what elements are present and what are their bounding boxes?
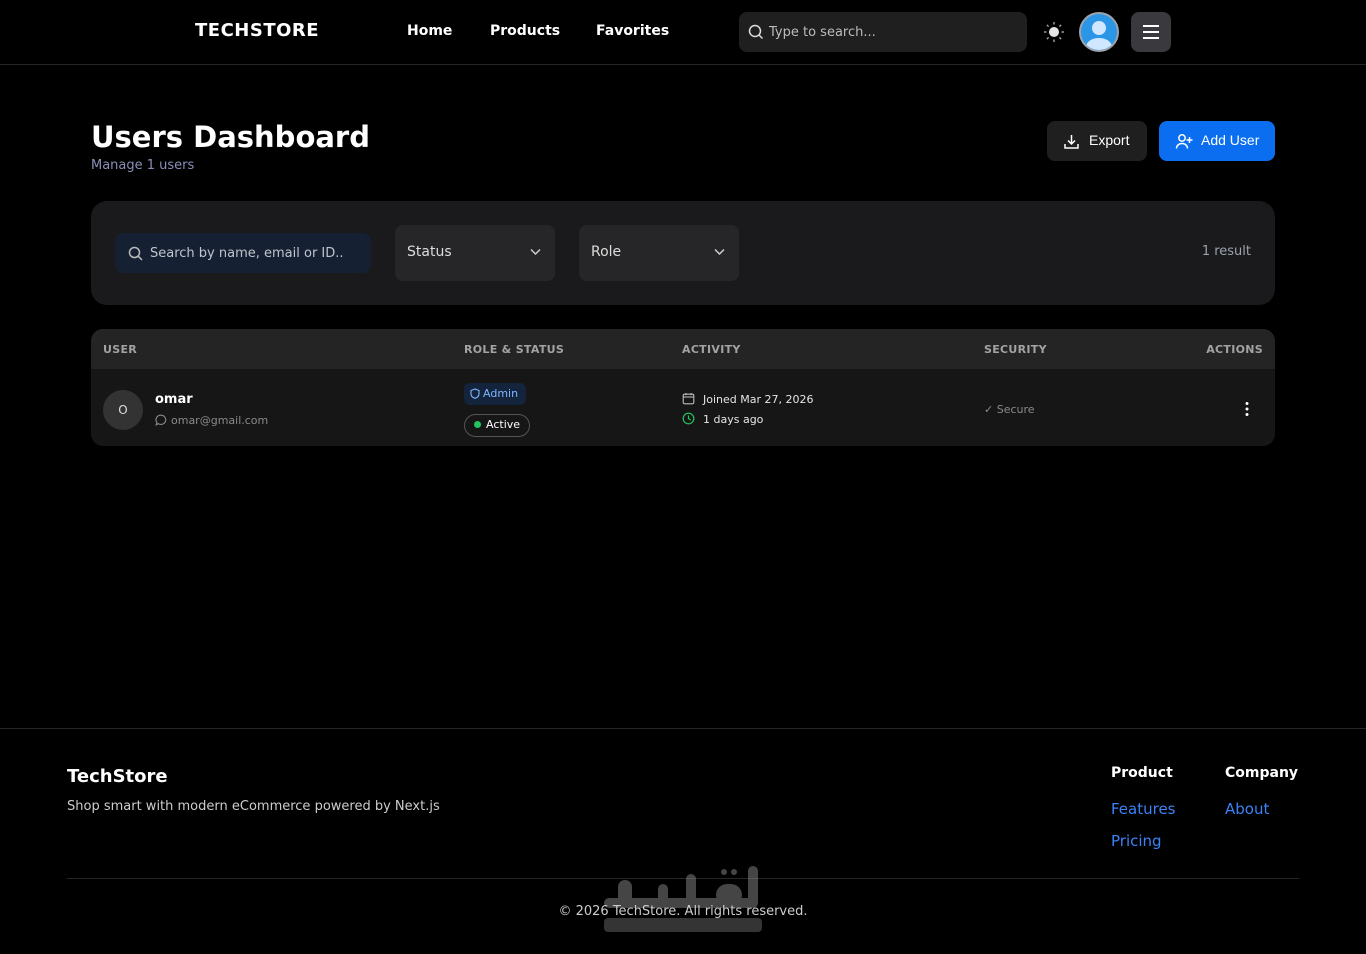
footer-link-pricing[interactable]: Pricing	[1111, 832, 1162, 850]
user-search-input[interactable]	[150, 233, 365, 273]
result-count: 1 result	[1201, 244, 1251, 259]
page-title: Users Dashboard	[91, 120, 370, 154]
role-select-label: Role	[591, 244, 622, 260]
filter-panel: Status Role 1 result	[91, 201, 1275, 305]
copyright: © 2026 TechStore. All rights reserved.	[558, 904, 808, 919]
more-vertical-icon[interactable]	[1237, 401, 1257, 417]
status-badge: Active	[464, 414, 531, 437]
table-row[interactable]: O omar omar@gmail.com Admin Active Joine…	[91, 369, 1275, 446]
add-user-button[interactable]: Add User	[1159, 121, 1275, 161]
profile-avatar-button[interactable]	[1079, 12, 1119, 52]
sun-icon[interactable]	[1043, 21, 1065, 43]
table-header: USER ROLE & STATUS ACTIVITY SECURITY ACT…	[91, 329, 1275, 369]
footer-company-heading: Company	[1225, 765, 1299, 781]
user-email: omar@gmail.com	[155, 414, 268, 427]
user-avatar-icon	[1086, 21, 1112, 50]
status-select[interactable]: Status	[395, 225, 555, 281]
watermark-logo	[604, 866, 762, 932]
search-icon	[748, 24, 764, 40]
security-status: ✓ Secure	[984, 403, 1035, 416]
column-header-role-status[interactable]: ROLE & STATUS	[464, 343, 564, 356]
last-active-text: 1 days ago	[703, 413, 764, 426]
joined-date: Joined Mar 27, 2026	[682, 392, 813, 406]
status-select-label: Status	[407, 244, 452, 260]
footer-brand: TechStore	[67, 766, 168, 787]
role-badge-text: Admin	[483, 387, 519, 400]
global-search-input[interactable]	[769, 12, 1019, 52]
footer: TechStore Shop smart with modern eCommer…	[0, 728, 1366, 954]
message-icon	[155, 414, 167, 426]
menu-button[interactable]	[1131, 12, 1171, 52]
users-table: USER ROLE & STATUS ACTIVITY SECURITY ACT…	[91, 329, 1275, 446]
column-header-security[interactable]: SECURITY	[984, 343, 1047, 356]
shield-icon	[470, 388, 480, 399]
column-header-user[interactable]: USER	[103, 343, 137, 356]
last-active: 1 days ago	[682, 412, 763, 426]
page-subtitle: Manage 1 users	[91, 158, 195, 173]
user-plus-icon	[1175, 134, 1193, 149]
search-icon	[128, 246, 143, 261]
avatar: O	[103, 390, 143, 430]
user-email-text: omar@gmail.com	[171, 414, 269, 427]
download-icon	[1064, 135, 1079, 149]
add-user-label: Add User	[1201, 132, 1260, 148]
nav-favorites[interactable]: Favorites	[596, 23, 669, 39]
status-dot	[474, 421, 481, 428]
footer-link-about[interactable]: About	[1225, 800, 1269, 818]
joined-date-text: Joined Mar 27, 2026	[703, 393, 814, 406]
calendar-icon	[682, 393, 695, 405]
column-header-activity[interactable]: ACTIVITY	[682, 343, 741, 356]
nav-home[interactable]: Home	[407, 23, 452, 39]
user-search[interactable]	[115, 233, 371, 273]
footer-link-features[interactable]: Features	[1111, 800, 1176, 818]
user-name: omar	[155, 392, 193, 407]
logo[interactable]: TECHSTORE	[195, 20, 319, 41]
role-select[interactable]: Role	[579, 225, 739, 281]
chevron-down-icon	[714, 248, 725, 256]
export-button[interactable]: Export	[1047, 121, 1147, 161]
export-label: Export	[1089, 132, 1130, 148]
nav-products[interactable]: Products	[490, 23, 560, 39]
top-navbar: TECHSTORE Home Products Favorites	[0, 0, 1366, 65]
global-search[interactable]	[739, 12, 1027, 52]
clock-icon	[682, 412, 695, 425]
footer-tagline: Shop smart with modern eCommerce powered…	[67, 799, 440, 814]
chevron-down-icon	[530, 248, 541, 256]
footer-product-heading: Product	[1111, 765, 1173, 781]
status-badge-text: Active	[486, 418, 521, 431]
role-badge: Admin	[464, 383, 527, 405]
menu-icon	[1143, 25, 1159, 39]
column-header-actions: ACTIONS	[1206, 343, 1263, 356]
